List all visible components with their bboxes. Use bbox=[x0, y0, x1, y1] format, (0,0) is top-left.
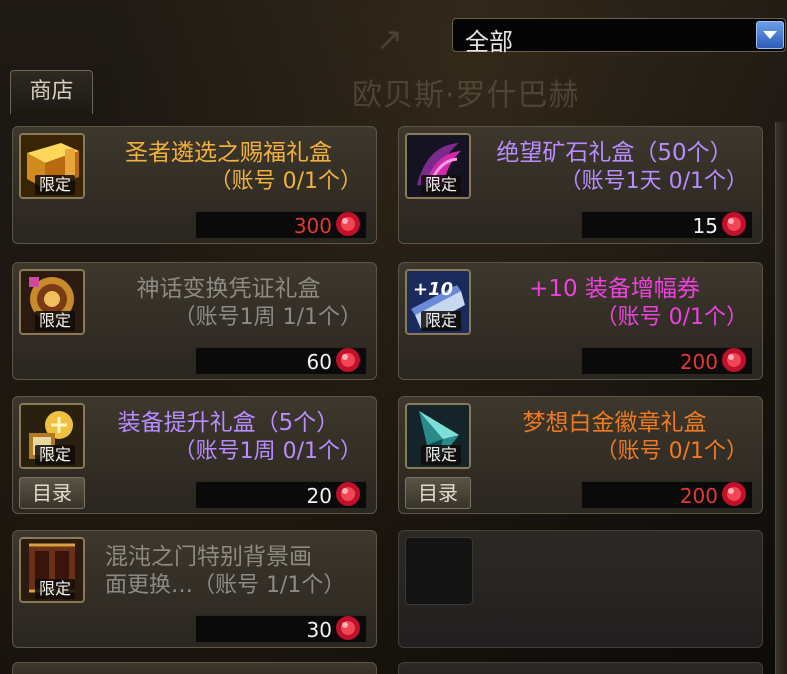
price-value: 20 bbox=[306, 484, 332, 508]
price-field: 60 bbox=[195, 347, 367, 375]
category-filter-dropdown[interactable]: 全部 bbox=[452, 18, 786, 56]
item-name: +10 装备增幅券 bbox=[529, 276, 700, 302]
purchase-limit: （账号1天 0/1个） bbox=[559, 169, 748, 194]
platinum-emblem-icon: 限定 bbox=[405, 403, 471, 469]
price-value: 30 bbox=[306, 618, 332, 642]
ticket-text: +10 bbox=[413, 279, 453, 300]
empty-shop-slot bbox=[398, 662, 763, 674]
empty-shop-slot bbox=[398, 530, 763, 648]
item-name: 装备提升礼盒（5个） bbox=[117, 410, 340, 436]
purchase-limit: （账号 0/1个） bbox=[209, 169, 362, 194]
rose-gem-icon bbox=[336, 616, 360, 640]
ore-claw-icon: 限定 bbox=[405, 133, 471, 199]
rose-gem-icon bbox=[336, 482, 360, 506]
purchase-limit: （账号 0/1个） bbox=[595, 305, 748, 330]
price-field: 20 bbox=[195, 481, 367, 509]
price-field: 30 bbox=[195, 615, 367, 643]
shop-item-card[interactable] bbox=[12, 662, 377, 674]
limited-badge: 限定 bbox=[35, 311, 76, 331]
scrollbar[interactable] bbox=[775, 122, 787, 674]
shop-item-card[interactable]: 限定 目录 梦想白金徽章礼盒 （账号 0/1个） 200 bbox=[398, 396, 763, 514]
catalog-button[interactable]: 目录 bbox=[405, 477, 471, 509]
shop-window: ↗ 欧贝斯·罗什巴赫 全部 商店 限定 圣者遴选之赐福礼盒 （账号 0/1个） … bbox=[0, 0, 787, 674]
price-field: 15 bbox=[581, 211, 753, 239]
chaos-gate-icon: 限定 bbox=[19, 537, 85, 603]
shop-item-card[interactable]: +10 限定 +10 装备增幅券 （账号 0/1个） 200 bbox=[398, 262, 763, 380]
item-name: 绝望矿石礼盒（50个） bbox=[496, 140, 733, 166]
myth-voucher-icon: 限定 bbox=[19, 269, 85, 335]
background-npc-name: 欧贝斯·罗什巴赫 bbox=[352, 78, 580, 113]
limited-badge: 限定 bbox=[35, 579, 76, 599]
price-value: 200 bbox=[679, 484, 718, 508]
chevron-down-icon[interactable] bbox=[756, 21, 784, 49]
shop-item-card[interactable]: 限定 神话变换凭证礼盒 （账号1周 1/1个） 60 bbox=[12, 262, 377, 380]
shop-item-card[interactable]: 限定 绝望矿石礼盒（50个） （账号1天 0/1个） 15 bbox=[398, 126, 763, 244]
price-field: 300 bbox=[195, 211, 367, 239]
limited-badge: 限定 bbox=[35, 175, 76, 195]
price-value: 200 bbox=[679, 350, 718, 374]
limited-badge: 限定 bbox=[35, 445, 76, 465]
shop-item-card[interactable]: 限定 圣者遴选之赐福礼盒 （账号 0/1个） 300 bbox=[12, 126, 377, 244]
item-name: 神话变换凭证礼盒 bbox=[136, 276, 321, 302]
rose-gem-icon bbox=[722, 482, 746, 506]
item-name: 圣者遴选之赐福礼盒 bbox=[125, 140, 332, 166]
rose-gem-icon bbox=[722, 348, 746, 372]
rose-gem-icon bbox=[336, 348, 360, 372]
item-name: 混沌之门特别背景画 bbox=[105, 544, 312, 570]
item-name-line2: 面更换…（账号 1/1个） bbox=[105, 573, 346, 598]
limited-badge: 限定 bbox=[421, 175, 462, 195]
category-filter-value: 全部 bbox=[465, 28, 513, 56]
rose-gem-icon bbox=[722, 212, 746, 236]
price-value: 15 bbox=[692, 214, 718, 238]
item-name: 梦想白金徽章礼盒 bbox=[522, 410, 707, 436]
gold-box-icon: 限定 bbox=[19, 133, 85, 199]
purchase-limit: （账号1周 0/1个） bbox=[173, 439, 362, 464]
price-value: 300 bbox=[293, 214, 332, 238]
plus10-ticket-icon: +10 限定 bbox=[405, 269, 471, 335]
purchase-limit: （账号 0/1个） bbox=[595, 439, 748, 464]
shop-item-card[interactable]: 限定 目录 装备提升礼盒（5个） （账号1周 0/1个） 20 bbox=[12, 396, 377, 514]
shop-item-card[interactable]: 限定 混沌之门特别背景画 面更换…（账号 1/1个） 30 bbox=[12, 530, 377, 648]
upgrade-box-icon: 限定 bbox=[19, 403, 85, 469]
tab-shop[interactable]: 商店 bbox=[10, 70, 93, 114]
empty-item-slot bbox=[405, 537, 473, 605]
limited-badge: 限定 bbox=[421, 311, 462, 331]
purchase-limit: （账号1周 1/1个） bbox=[173, 305, 362, 330]
catalog-button[interactable]: 目录 bbox=[19, 477, 85, 509]
price-field: 200 bbox=[581, 481, 753, 509]
background-arrow-icon: ↗ bbox=[376, 20, 403, 58]
rose-gem-icon bbox=[336, 212, 360, 236]
price-value: 60 bbox=[306, 350, 332, 374]
price-field: 200 bbox=[581, 347, 753, 375]
limited-badge: 限定 bbox=[421, 445, 462, 465]
